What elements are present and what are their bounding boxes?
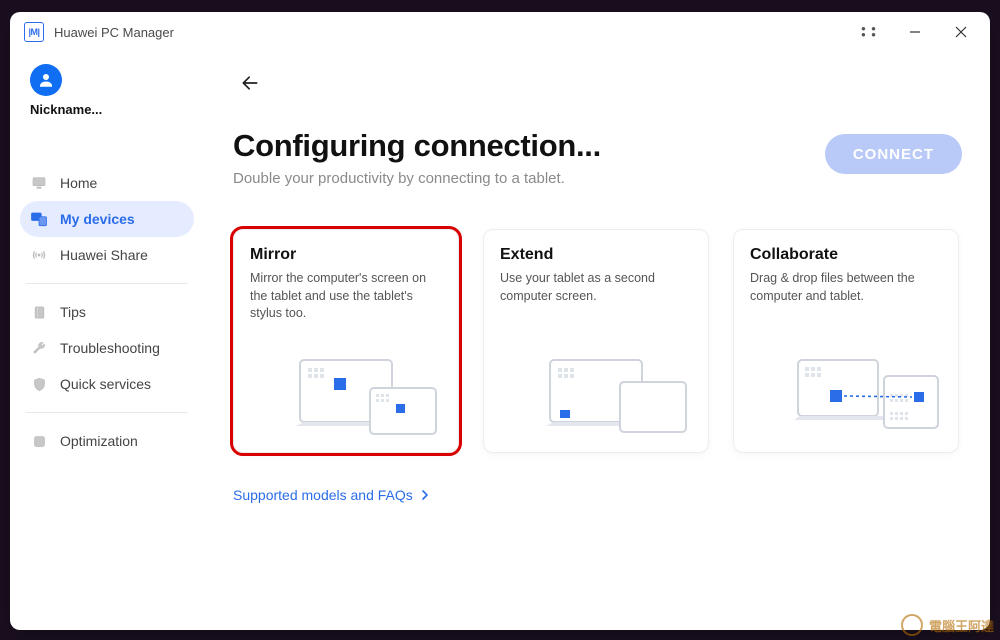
nav-group-tertiary: Optimization	[20, 423, 194, 459]
sidebar-item-label: Home	[60, 175, 97, 191]
sidebar-item-label: Tips	[60, 304, 86, 320]
sidebar: Nickname... Home My devices Huawei Share	[10, 52, 205, 630]
card-title: Collaborate	[750, 246, 942, 264]
sidebar-item-label: Troubleshooting	[60, 340, 160, 356]
sidebar-item-troubleshooting[interactable]: Troubleshooting	[20, 330, 194, 366]
monitor-icon	[30, 174, 48, 192]
profile-block[interactable]: Nickname...	[20, 58, 194, 139]
app-logo-text: |M|	[28, 27, 39, 37]
devices-icon	[30, 210, 48, 228]
content-area: Configuring connection... Double your pr…	[205, 52, 990, 630]
mirror-illustration	[292, 352, 442, 442]
collaborate-illustration	[792, 352, 942, 442]
page-header: Configuring connection... Double your pr…	[233, 128, 962, 187]
sidebar-item-quick-services[interactable]: Quick services	[20, 366, 194, 402]
close-button[interactable]	[938, 12, 984, 52]
sidebar-item-huawei-share[interactable]: Huawei Share	[20, 237, 194, 273]
arrow-left-icon	[240, 73, 260, 93]
nav-separator	[26, 283, 188, 284]
sidebar-item-label: My devices	[60, 211, 135, 227]
menu-dots-button[interactable]: • •• •	[846, 12, 892, 52]
sidebar-item-tips[interactable]: Tips	[20, 294, 194, 330]
app-body: Nickname... Home My devices Huawei Share	[10, 52, 990, 630]
avatar	[30, 64, 62, 96]
minimize-button[interactable]	[892, 12, 938, 52]
card-extend[interactable]: Extend Use your tablet as a second compu…	[483, 229, 709, 453]
nav-separator	[26, 412, 188, 413]
signal-icon	[30, 246, 48, 264]
book-icon	[30, 303, 48, 321]
sidebar-item-optimization[interactable]: Optimization	[20, 423, 194, 459]
card-title: Mirror	[250, 246, 442, 264]
footer-links: Supported models and FAQs	[233, 487, 962, 505]
page-title: Configuring connection...	[233, 128, 601, 164]
app-title: Huawei PC Manager	[54, 25, 174, 40]
mode-cards-row: Mirror Mirror the computer's screen on t…	[233, 229, 962, 453]
title-bar: |M| Huawei PC Manager • •• •	[10, 12, 990, 52]
card-desc: Use your tablet as a second computer scr…	[500, 270, 692, 305]
wrench-icon	[30, 339, 48, 357]
card-title: Extend	[500, 246, 692, 264]
back-button[interactable]	[233, 66, 267, 100]
shield-icon	[30, 375, 48, 393]
nav-group-secondary: Tips Troubleshooting Quick services	[20, 294, 194, 402]
sidebar-item-my-devices[interactable]: My devices	[20, 201, 194, 237]
nav-group-primary: Home My devices Huawei Share	[20, 165, 194, 273]
card-mirror[interactable]: Mirror Mirror the computer's screen on t…	[233, 229, 459, 453]
menu-dots-icon: • •• •	[861, 26, 877, 38]
chevron-right-icon	[421, 487, 429, 503]
sidebar-item-label: Optimization	[60, 433, 138, 449]
card-collaborate[interactable]: Collaborate Drag & drop files between th…	[733, 229, 959, 453]
sidebar-item-home[interactable]: Home	[20, 165, 194, 201]
link-label: Supported models and FAQs	[233, 487, 413, 503]
sidebar-item-label: Quick services	[60, 376, 151, 392]
supported-models-link[interactable]: Supported models and FAQs	[233, 487, 429, 503]
profile-nickname: Nickname...	[30, 102, 102, 117]
card-desc: Mirror the computer's screen on the tabl…	[250, 270, 442, 323]
minimize-icon	[909, 26, 921, 38]
connect-button[interactable]: CONNECT	[825, 134, 962, 174]
page-subtitle: Double your productivity by connecting t…	[233, 170, 601, 187]
person-icon	[37, 71, 55, 89]
close-icon	[955, 26, 967, 38]
sidebar-item-label: Huawei Share	[60, 247, 148, 263]
extend-illustration	[542, 352, 692, 442]
app-window: |M| Huawei PC Manager • •• • Nickname...	[10, 12, 990, 630]
spark-icon	[30, 432, 48, 450]
card-desc: Drag & drop files between the computer a…	[750, 270, 942, 305]
app-logo-icon: |M|	[24, 22, 44, 42]
